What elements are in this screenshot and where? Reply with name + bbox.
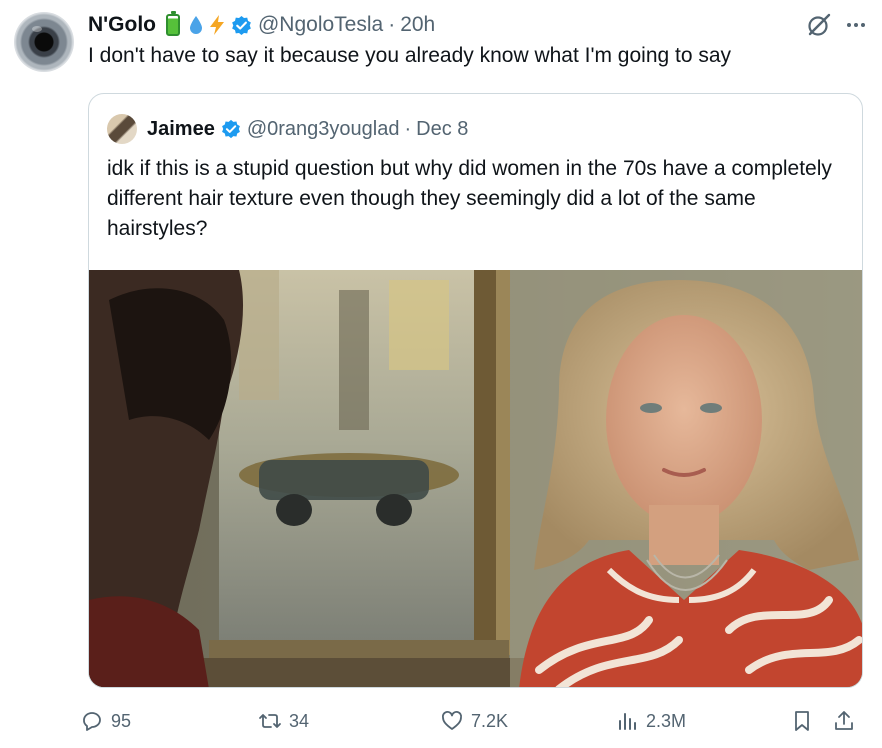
separator-dot: · [404,117,412,140]
reply-button[interactable]: 95 [80,704,131,738]
author-avatar[interactable] [14,12,74,72]
verified-badge-icon[interactable] [231,15,252,36]
tweet-timestamp[interactable]: 20h [400,13,435,37]
like-button[interactable]: 7.2K [440,704,508,738]
more-options-icon[interactable] [844,13,868,37]
verified-badge-icon[interactable] [221,119,241,139]
grok-icon[interactable] [806,12,832,38]
views-count: 2.3M [646,710,687,731]
views-button[interactable]: 2.3M [615,704,686,738]
quote-date[interactable]: Dec 8 [416,118,468,141]
repost-button[interactable]: 34 [258,704,309,738]
bookmark-icon [795,711,809,731]
quoted-tweet[interactable]: Jaimee @0rang3youglad · Dec 8 idk if thi… [88,93,863,688]
reply-icon [83,712,101,731]
quote-author-handle[interactable]: @0rang3youglad [247,118,400,141]
repost-count: 34 [289,710,310,731]
battery-icon [165,11,180,36]
quote-text: idk if this is a stupid question but why… [107,157,832,240]
like-count: 7.2K [471,710,509,731]
tweet-text: I don't have to say it because you alrea… [88,44,732,67]
quote-author-name[interactable]: Jaimee [147,118,215,141]
reply-count: 95 [111,710,132,731]
quote-header: Jaimee @0rang3youglad · Dec 8 [107,114,468,144]
author-name[interactable]: N'Golo [88,13,156,37]
share-button[interactable] [832,704,856,738]
droplet-icon [189,16,202,34]
heart-icon [442,711,462,730]
quote-media-image[interactable] [89,270,863,688]
repost-icon [259,714,281,728]
share-icon [835,711,853,730]
bookmark-button[interactable] [790,704,814,738]
tweet-header: N'Golo @NgoloTesla · 20h [88,10,868,40]
tweet-action-bar: 95 34 7.2K 2.3M [80,704,870,738]
separator-dot: · [388,13,396,36]
author-handle[interactable]: @NgoloTesla [258,13,383,37]
analytics-icon [619,713,636,730]
lightning-icon [209,15,224,35]
quote-author-avatar[interactable] [107,114,137,144]
